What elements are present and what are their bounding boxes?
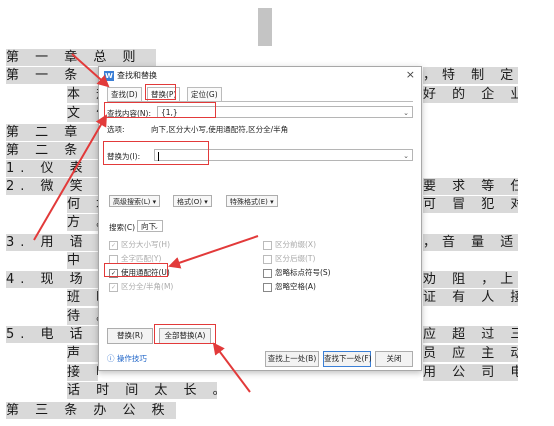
- doc-line: ，特 制 定: [423, 67, 518, 84]
- doc-line: 声 ，: [67, 345, 98, 362]
- checkbox-label: 区分全/半角(M): [121, 282, 174, 291]
- close-icon[interactable]: ×: [406, 68, 415, 81]
- doc-line: 2. 微 笑: [6, 178, 98, 195]
- chevron-down-icon[interactable]: ⌄: [403, 107, 409, 119]
- special-format-button[interactable]: 特殊格式(E) ▾: [226, 195, 278, 207]
- search-direction-select[interactable]: 向下 ⌄: [137, 220, 163, 232]
- options-label: 选项:: [107, 125, 125, 134]
- tab-replace[interactable]: 替换(P): [147, 87, 181, 102]
- tips-label: 操作技巧: [116, 354, 147, 363]
- checkbox-label: 全字匹配(Y): [121, 254, 162, 263]
- find-replace-dialog: W 查找和替换 × 查找(D) 替换(P) 定位(G) 查找内容(N): {1,…: [98, 66, 422, 371]
- replace-label: 替换为(I):: [107, 152, 141, 161]
- doc-line: 待 。: [67, 308, 98, 325]
- close-button[interactable]: 关闭: [375, 351, 413, 367]
- doc-line: 员 应 主 动: [423, 345, 518, 362]
- replace-all-button[interactable]: 全部替换(A): [159, 328, 211, 344]
- doc-line: 何 场: [67, 196, 98, 213]
- doc-line-article1: 第 一 条: [6, 67, 98, 84]
- chevron-down-icon: ⌄: [153, 223, 159, 231]
- checkbox-checked-icon: ✓: [109, 268, 118, 278]
- doc-line: 1. 仪 表: [6, 160, 98, 177]
- ignore-spaces-checkbox[interactable]: 忽略空格(A): [263, 281, 316, 292]
- find-previous-button[interactable]: 查找上一处(B): [265, 351, 319, 367]
- page-marker: [258, 8, 272, 46]
- search-direction-label: 搜索(C): [109, 223, 136, 232]
- checkbox-empty-icon: [263, 240, 272, 250]
- checkbox-checked-icon: ✓: [109, 240, 118, 250]
- doc-line: 5. 电 话: [6, 326, 98, 343]
- doc-line: 文 化: [67, 105, 98, 122]
- tab-find[interactable]: 查找(D): [107, 87, 142, 102]
- match-prefix-checkbox[interactable]: 区分前缀(X): [263, 239, 316, 250]
- use-wildcards-checkbox[interactable]: ✓ 使用通配符(U): [109, 267, 170, 278]
- doc-line: 4. 现 场: [6, 271, 98, 288]
- tips-link[interactable]: ⓘ 操作技巧: [107, 353, 147, 364]
- doc-line: 接 听: [67, 364, 98, 381]
- doc-line: ，音 量 适: [423, 234, 518, 251]
- help-icon: ⓘ: [107, 354, 117, 363]
- doc-line: 要 求 等 任: [423, 178, 518, 195]
- match-suffix-checkbox[interactable]: 区分后缀(T): [263, 253, 315, 264]
- match-case-checkbox[interactable]: ✓ 区分大小写(H): [109, 239, 170, 250]
- checkbox-label: 忽略空格(A): [275, 282, 316, 291]
- find-next-button[interactable]: 查找下一处(F): [323, 351, 372, 367]
- wps-app-icon: W: [104, 71, 114, 81]
- doc-line-article2: 第 二 条: [6, 142, 98, 159]
- doc-line: 3. 用 语: [6, 234, 98, 251]
- options-value: 向下,区分大小写,使用通配符,区分全/半角: [151, 125, 289, 134]
- text-caret: [158, 151, 159, 161]
- doc-line: 本 规: [67, 86, 98, 103]
- replace-input[interactable]: ⌄: [154, 149, 413, 161]
- checkbox-checked-icon: ✓: [109, 282, 118, 292]
- checkbox-empty-icon: [263, 254, 272, 264]
- find-label: 查找内容(N):: [107, 109, 151, 118]
- tab-divider: [107, 101, 413, 102]
- whole-word-checkbox[interactable]: 全字匹配(Y): [109, 253, 161, 264]
- format-button[interactable]: 格式(O) ▾: [173, 195, 212, 207]
- doc-line: 好 的 企 业: [423, 86, 518, 103]
- chevron-down-icon[interactable]: ⌄: [403, 150, 409, 162]
- checkbox-empty-icon: [263, 282, 272, 292]
- doc-line: 班 时: [67, 289, 98, 306]
- checkbox-label: 区分前缀(X): [275, 240, 316, 249]
- doc-line: 应 超 过 三: [423, 326, 518, 343]
- checkbox-label: 使用通配符(U): [121, 268, 170, 277]
- match-width-checkbox[interactable]: ✓ 区分全/半角(M): [109, 281, 173, 292]
- replace-button[interactable]: 替换(R): [107, 328, 153, 344]
- checkbox-label: 区分大小写(H): [121, 240, 170, 249]
- checkbox-empty-icon: [263, 268, 272, 278]
- dialog-titlebar: W 查找和替换 ×: [99, 67, 421, 85]
- doc-line: 中 ，: [67, 252, 98, 269]
- doc-line: 劝 阻 ，上: [423, 271, 518, 288]
- doc-line: 话 时 间 太 长 。: [67, 382, 217, 399]
- checkbox-label: 忽略标点符号(S): [275, 268, 331, 277]
- find-input[interactable]: {1,} ⌄: [157, 106, 413, 118]
- doc-line: 证 有 人 接: [423, 289, 518, 306]
- doc-line-chapter1: 第 一 章 总 则: [6, 49, 156, 66]
- ignore-punctuation-checkbox[interactable]: 忽略标点符号(S): [263, 267, 331, 278]
- checkbox-label: 区分后缀(T): [275, 254, 316, 263]
- dialog-title: 查找和替换: [117, 71, 157, 80]
- advanced-search-button[interactable]: 高级搜索(L) ▾: [109, 195, 161, 207]
- doc-line: 可 冒 犯 对: [423, 196, 518, 213]
- find-value: {1,}: [161, 108, 178, 117]
- doc-line: 用 公 司 电: [423, 364, 518, 381]
- doc-line: 方 。: [67, 214, 98, 231]
- checkbox-empty-icon: [109, 254, 118, 264]
- doc-line-article3: 第 三 条 办 公 秩 序: [6, 402, 176, 419]
- doc-line-chapter2: 第 二 章: [6, 124, 98, 141]
- tab-goto[interactable]: 定位(G): [187, 87, 222, 102]
